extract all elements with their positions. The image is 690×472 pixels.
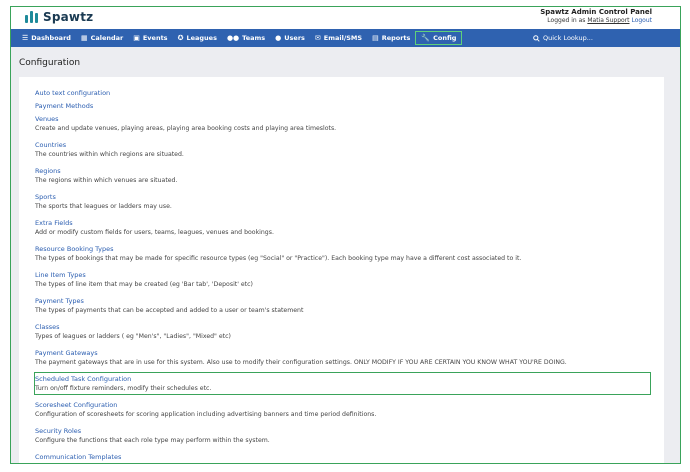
config-item: Classes Types of leagues or ladders ( eg…: [19, 323, 664, 341]
envelope-icon: ✉: [314, 33, 321, 42]
nav-config[interactable]: 🔧 Config: [415, 31, 463, 45]
nav-label: Reports: [381, 34, 411, 42]
nav-dashboard[interactable]: ☰ Dashboard: [17, 31, 76, 45]
logged-in-prefix: Logged in as: [547, 17, 586, 24]
config-item: Auto text configuration: [19, 89, 664, 98]
trophy-icon: ✪: [177, 33, 184, 42]
config-item: Payment Gateways The payment gateways th…: [19, 349, 664, 367]
main-nav: ☰ Dashboard ▦ Calendar ▣ Events ✪ League…: [11, 29, 680, 47]
config-item-link[interactable]: Auto text configuration: [35, 89, 664, 98]
config-item: Line Item Types The types of line item t…: [19, 271, 664, 289]
config-item-desc: Configuration of scoresheets for scoring…: [35, 411, 377, 418]
config-item: Security Roles Configure the functions t…: [19, 427, 664, 445]
logo[interactable]: Spawtz: [25, 10, 93, 24]
users-icon: ●●: [226, 33, 240, 42]
config-item-desc: The types of line item that may be creat…: [35, 281, 253, 288]
page-title: Configuration: [19, 58, 81, 68]
config-item: Payment Types The types of payments that…: [19, 297, 664, 315]
config-item: Extra Fields Add or modify custom fields…: [19, 219, 664, 237]
config-item-link[interactable]: Payment Types: [35, 297, 664, 306]
config-item-desc: The types of payments that can be accept…: [35, 307, 304, 314]
search-icon: [533, 34, 540, 42]
header: Spawtz Spawtz Admin Control Panel Logged…: [11, 7, 680, 29]
user-icon: ●: [275, 33, 282, 42]
config-item-link[interactable]: Classes: [35, 323, 664, 332]
logout-link[interactable]: Logout: [631, 17, 652, 24]
config-item-desc: Create and update venues, playing areas,…: [35, 125, 337, 132]
wrench-icon: 🔧: [421, 33, 431, 42]
config-item-link[interactable]: Security Roles: [35, 427, 664, 436]
nav-label: Email/SMS: [323, 34, 363, 42]
config-item-link[interactable]: Countries: [35, 141, 664, 150]
config-item-link[interactable]: Communication Templates: [35, 453, 664, 462]
config-item: Resource Booking Types The types of book…: [19, 245, 664, 263]
config-item-link[interactable]: Scoresheet Configuration: [35, 401, 664, 410]
nav-events[interactable]: ▣ Events: [128, 31, 172, 45]
nav-label: Events: [142, 34, 168, 42]
app-window: Spawtz Spawtz Admin Control Panel Logged…: [10, 6, 681, 464]
config-item: Scoresheet Configuration Configuration o…: [19, 401, 664, 419]
calendar-check-icon: ▣: [133, 33, 140, 42]
config-item: Countries The countries within which reg…: [19, 141, 664, 159]
config-item: Sports The sports that leagues or ladder…: [19, 193, 664, 211]
calendar-icon: ▦: [80, 33, 88, 42]
nav-label: Dashboard: [31, 34, 71, 42]
nav-teams[interactable]: ●● Teams: [222, 31, 270, 45]
quick-lookup[interactable]: Quick Lookup...: [533, 29, 593, 47]
config-list: Auto text configuration Payment Methods …: [19, 77, 664, 463]
nav-users[interactable]: ● Users: [270, 31, 310, 45]
config-item-link[interactable]: Payment Gateways: [35, 349, 664, 358]
config-item-desc: The countries within which regions are s…: [35, 151, 184, 158]
config-item: Communication Templates: [19, 453, 664, 462]
nav-reports[interactable]: ▤ Reports: [367, 31, 415, 45]
chart-icon: ▤: [372, 33, 379, 42]
config-item: Payment Methods: [19, 102, 664, 111]
config-item-link[interactable]: Scheduled Task Configuration: [35, 375, 664, 384]
config-item-link[interactable]: Resource Booking Types: [35, 245, 664, 254]
nav-email-sms[interactable]: ✉ Email/SMS: [310, 31, 367, 45]
config-item-link[interactable]: Line Item Types: [35, 271, 664, 280]
config-item-desc: Turn on/off fixture reminders, modify th…: [35, 385, 212, 392]
nav-label: Calendar: [90, 34, 124, 42]
nav-label: Config: [433, 34, 457, 42]
config-item: Venues Create and update venues, playing…: [19, 115, 664, 133]
login-status: Logged in as Matia Support Logout: [547, 17, 652, 24]
panel-title: Spawtz Admin Control Panel: [540, 8, 652, 16]
nav-calendar[interactable]: ▦ Calendar: [76, 31, 128, 45]
nav-leagues[interactable]: ✪ Leagues: [173, 31, 222, 45]
config-item: Scheduled Task Configuration Turn on/off…: [19, 375, 664, 393]
config-item-link[interactable]: Payment Methods: [35, 102, 664, 111]
config-item-link[interactable]: Venues: [35, 115, 664, 124]
stack-icon: ☰: [22, 33, 29, 42]
config-item-desc: Configure the functions that each role t…: [35, 437, 270, 444]
nav-label: Users: [284, 34, 305, 42]
current-user-link[interactable]: Matia Support: [587, 17, 629, 24]
config-item-desc: The types of bookings that may be made f…: [35, 255, 522, 262]
nav-label: Leagues: [186, 34, 217, 42]
config-item-link[interactable]: Regions: [35, 167, 664, 176]
config-item-desc: Add or modify custom fields for users, t…: [35, 229, 274, 236]
config-item-desc: The sports that leagues or ladders may u…: [35, 203, 172, 210]
config-item-desc: Types of leagues or ladders ( eg "Men's"…: [35, 333, 231, 340]
config-item-desc: The payment gateways that are in use for…: [35, 359, 567, 366]
quick-lookup-label: Quick Lookup...: [543, 34, 593, 42]
config-item-link[interactable]: Sports: [35, 193, 664, 202]
main-content: Configuration Auto text configuration Pa…: [11, 47, 680, 463]
config-item: Regions The regions within which venues …: [19, 167, 664, 185]
config-item-link[interactable]: Extra Fields: [35, 219, 664, 228]
config-item-desc: The regions within which venues are situ…: [35, 177, 178, 184]
logo-text: Spawtz: [43, 10, 94, 24]
bars-logo-icon: [25, 11, 38, 23]
nav-label: Teams: [242, 34, 266, 42]
